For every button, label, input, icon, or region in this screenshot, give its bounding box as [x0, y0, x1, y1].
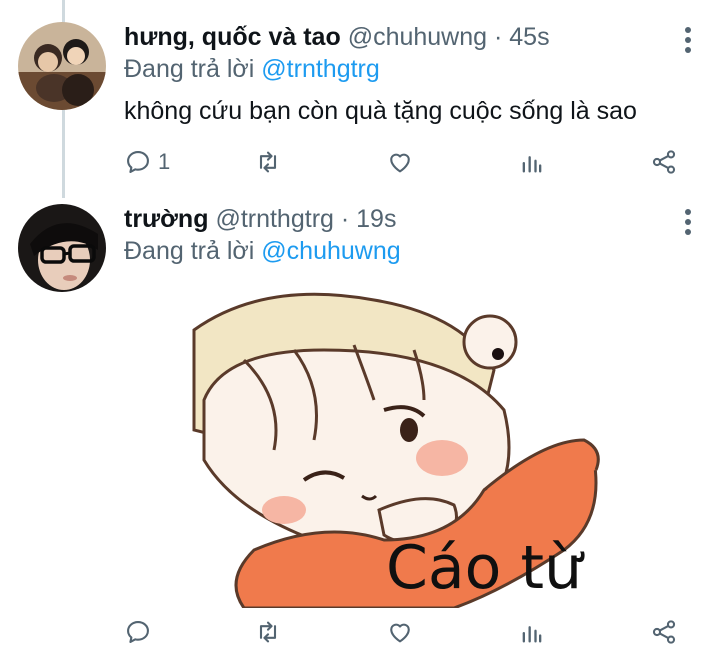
analytics-icon	[522, 156, 542, 173]
avatar-tweet-1[interactable]	[18, 22, 106, 110]
replying-to-line: Đang trả lời @trnthgtrg	[124, 54, 380, 84]
replying-to-label: Đang trả lời	[124, 237, 255, 265]
reply-icon	[127, 151, 149, 173]
timestamp[interactable]: 19s	[356, 205, 396, 233]
analytics-button[interactable]	[518, 616, 546, 648]
reply-icon	[127, 621, 149, 643]
analytics-button[interactable]	[518, 146, 546, 178]
more-options-icon[interactable]	[684, 27, 692, 57]
separator-dot: ·	[340, 205, 350, 233]
tweet-1-actions: 1	[124, 146, 684, 178]
like-button[interactable]	[386, 146, 414, 178]
tweet-2-media-sticker[interactable]: Cáo từ	[124, 290, 684, 608]
replying-to-line: Đang trả lời @chuhuwng	[124, 236, 401, 266]
reply-button[interactable]: 1	[124, 146, 170, 178]
replying-to-label: Đang trả lời	[124, 55, 255, 83]
chibi-sticker-image: Cáo từ	[124, 290, 684, 608]
like-button[interactable]	[386, 616, 414, 648]
more-options-icon[interactable]	[684, 209, 692, 239]
retweet-button[interactable]	[254, 146, 282, 178]
display-name[interactable]: trường	[124, 205, 208, 233]
display-name[interactable]: hưng, quốc và tao	[124, 23, 341, 51]
like-icon	[390, 153, 410, 173]
tweet-2-actions	[124, 616, 684, 648]
analytics-icon	[522, 626, 542, 643]
avatar-tweet-2[interactable]	[18, 204, 106, 292]
tweet-1-header: hưng, quốc và tao @chuhuwng · 45s	[124, 22, 550, 52]
retweet-icon	[259, 151, 277, 173]
share-icon	[652, 150, 676, 174]
share-button[interactable]	[650, 146, 678, 178]
reply-count: 1	[158, 149, 171, 174]
retweet-button[interactable]	[254, 616, 282, 648]
tweet-text: không cứu bạn còn quà tặng cuộc sống là …	[124, 97, 637, 125]
tweet-2-header: trường @trnthgtrg · 19s	[124, 204, 396, 234]
share-button[interactable]	[650, 616, 678, 648]
user-handle[interactable]: @trnthgtrg	[215, 205, 333, 233]
reply-button[interactable]	[124, 616, 152, 648]
timestamp[interactable]: 45s	[509, 23, 549, 51]
tweet-1[interactable]: hưng, quốc và tao @chuhuwng · 45s Đang t…	[0, 0, 720, 198]
user-handle[interactable]: @chuhuwng	[348, 23, 487, 51]
retweet-icon	[259, 621, 277, 643]
separator-dot: ·	[494, 23, 503, 51]
replying-to-mention[interactable]: @trnthgtrg	[261, 55, 379, 83]
like-icon	[390, 623, 410, 643]
replying-to-mention[interactable]: @chuhuwng	[261, 237, 400, 265]
share-icon	[652, 620, 676, 644]
sticker-caption: Cáo từ	[386, 533, 585, 603]
